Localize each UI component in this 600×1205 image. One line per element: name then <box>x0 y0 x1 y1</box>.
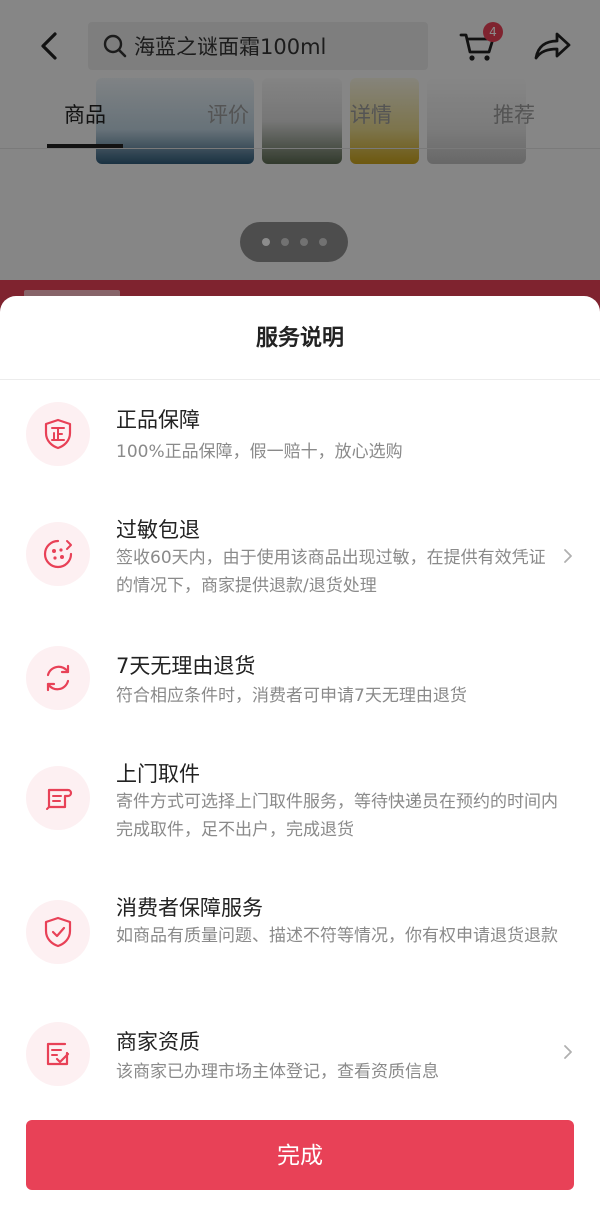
service-description: 如商品有质量问题、描述不符等情况，你有权申请退货退款 <box>116 926 558 946</box>
service-description: 该商家已办理市场主体登记，查看资质信息 <box>116 1062 439 1082</box>
sheet-title: 服务说明 <box>255 326 344 351</box>
merchant-license-icon <box>26 1022 90 1086</box>
refresh-icon <box>26 646 90 710</box>
service-description: 签收60天内，由于使用该商品出现过敏，在提供有效凭证的情况下，商家提供退款/退货… <box>116 548 546 596</box>
pickup-icon <box>26 766 90 830</box>
service-title: 商家资质 <box>116 1030 200 1054</box>
consumer-protection-icon <box>26 900 90 964</box>
service-title: 过敏包退 <box>116 518 200 542</box>
product-page-background: 海蓝之谜面霜100ml 4 商品 评价 详情 推荐 <box>0 0 600 330</box>
chevron-right-icon <box>564 549 572 563</box>
service-description: 符合相应条件时，消费者可申请7天无理由退货 <box>116 686 467 706</box>
service-description: 寄件方式可选择上门取件服务，等待快递员在预约的时间内完成取件，足不出户，完成退货 <box>116 792 558 840</box>
service-title: 7天无理由退货 <box>116 654 256 678</box>
service-description-sheet: 服务说明 正品保障 100%正品保障，假一赔十，放心选购 过敏包退 签收60天内… <box>0 296 600 1205</box>
service-title: 消费者保障服务 <box>116 896 263 920</box>
allergy-icon <box>26 522 90 586</box>
service-title: 上门取件 <box>116 762 200 786</box>
service-title: 正品保障 <box>116 408 200 432</box>
done-button[interactable]: 完成 <box>26 1120 574 1190</box>
chevron-right-icon <box>564 1045 572 1059</box>
genuine-shield-icon <box>26 402 90 466</box>
service-description: 100%正品保障，假一赔十，放心选购 <box>116 442 403 462</box>
modal-overlay[interactable] <box>0 0 600 330</box>
divider <box>0 379 600 380</box>
